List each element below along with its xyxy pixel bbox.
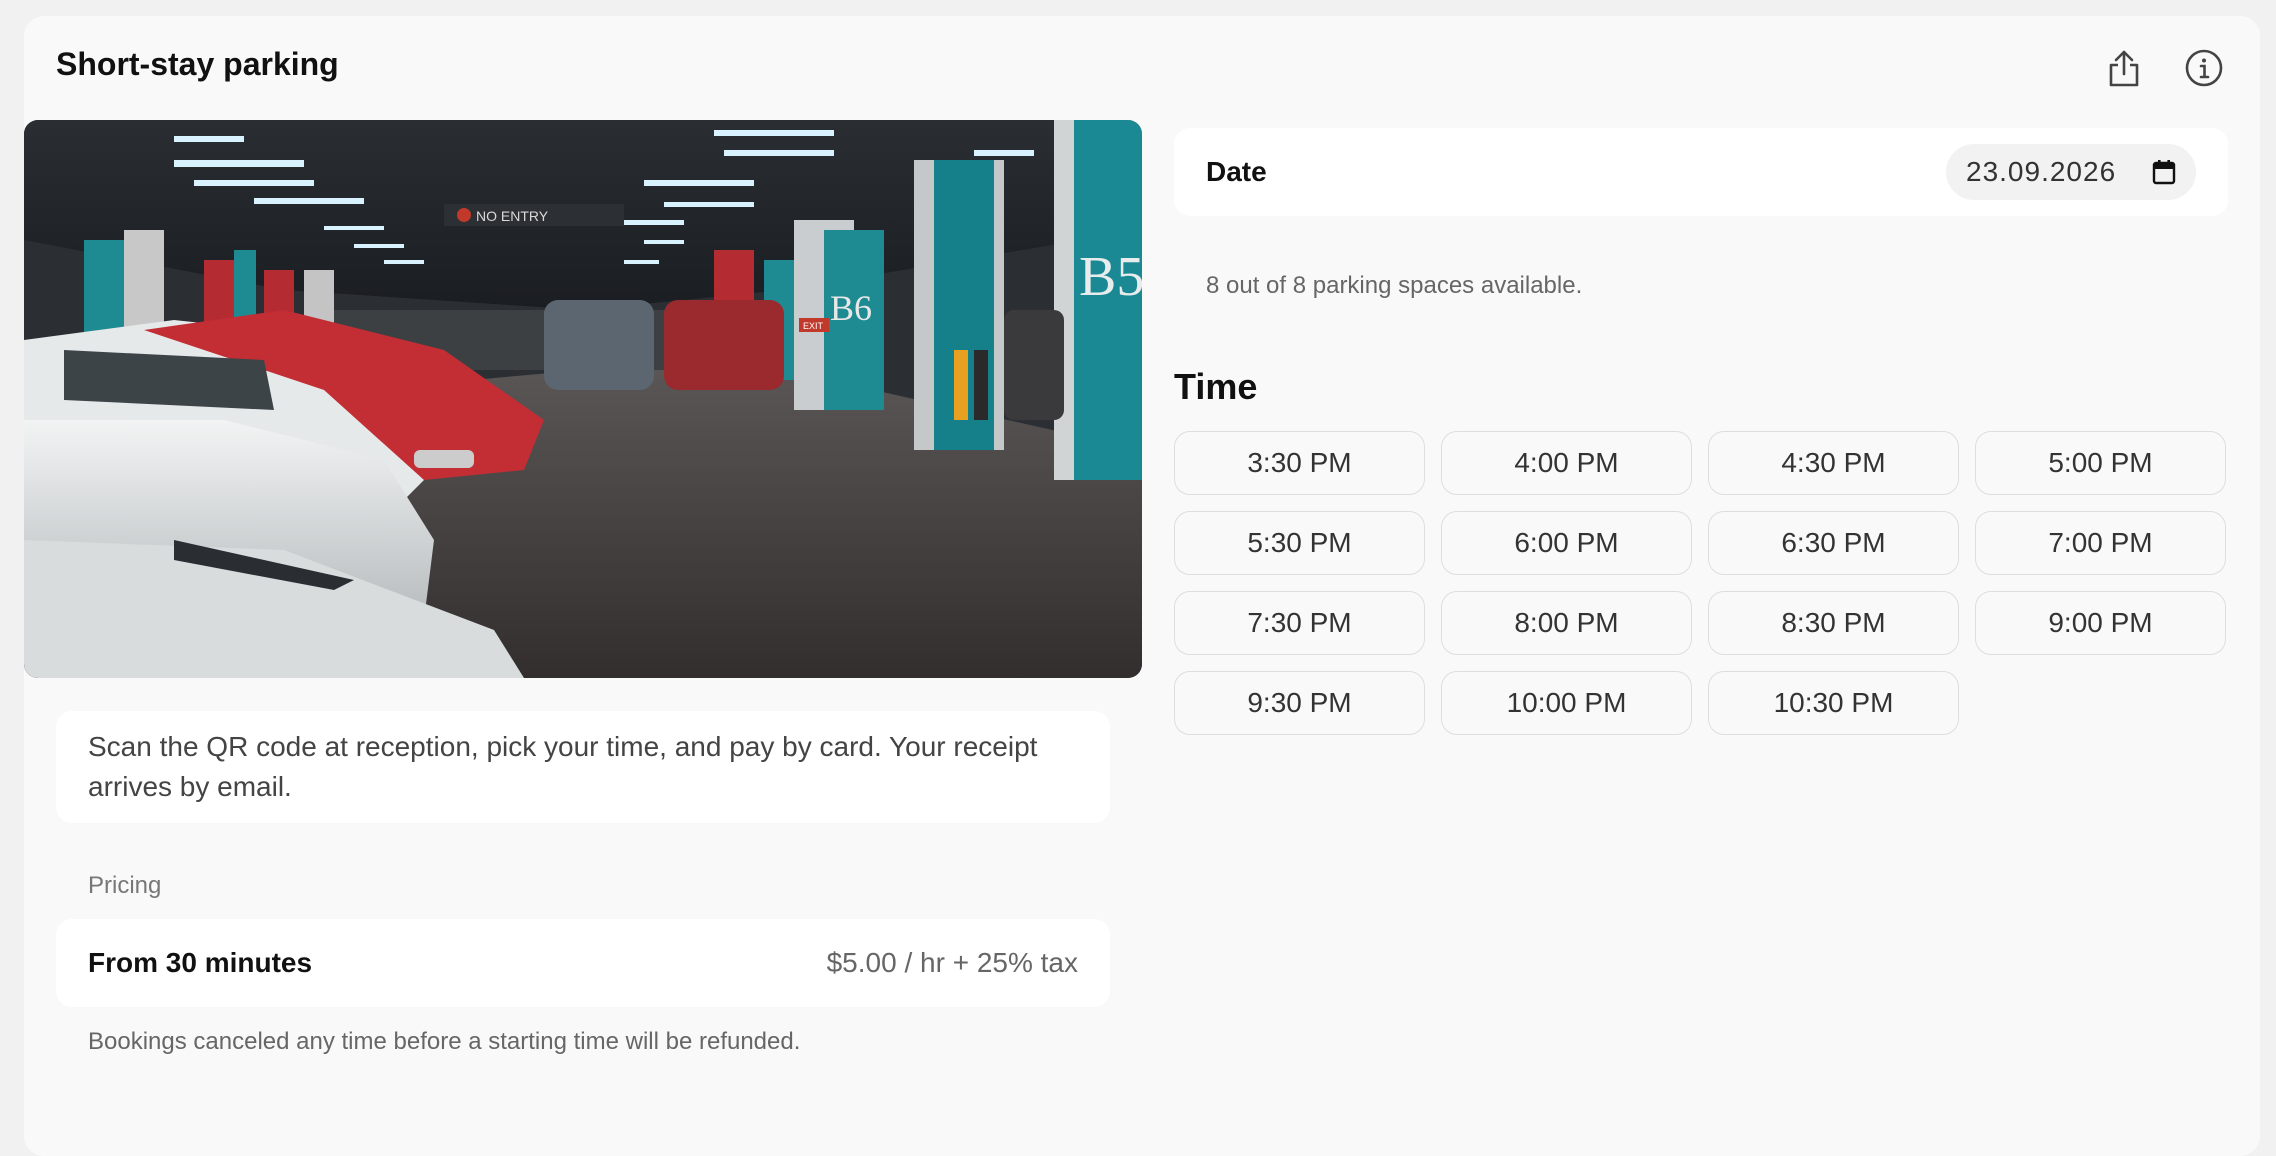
pricing-row: From 30 minutes $5.00 / hr + 25% tax <box>56 919 1110 1007</box>
time-slot[interactable]: 4:00 PM <box>1441 431 1692 495</box>
exit-sign: EXIT <box>803 321 824 331</box>
parking-garage-photo: NO ENTRY B6 B5 EXIT <box>24 120 1142 678</box>
description-text: Scan the QR code at reception, pick your… <box>88 731 1038 802</box>
date-input[interactable]: 23.09.2026 <box>1946 144 2196 200</box>
calendar-icon <box>2152 160 2176 185</box>
time-slot[interactable]: 9:30 PM <box>1174 671 1425 735</box>
date-row: Date 23.09.2026 <box>1174 128 2228 216</box>
pillar-sign-b5: B5 <box>1079 246 1142 308</box>
time-slot-grid: 3:30 PM 4:00 PM 4:30 PM 5:00 PM 5:30 PM … <box>1174 431 2228 735</box>
parking-card: Short-stay parking NO ENTRY B6 B5 EXIT S… <box>24 16 2260 1156</box>
pricing-item-name: From 30 minutes <box>88 947 313 978</box>
time-slot[interactable]: 8:30 PM <box>1708 591 1959 655</box>
info-button[interactable] <box>2180 44 2228 92</box>
pricing-item-price: $5.00 / hr + 25% tax <box>826 947 1078 978</box>
no-entry-sign: NO ENTRY <box>476 208 549 224</box>
page-title: Short-stay parking <box>56 46 339 82</box>
time-slot[interactable]: 4:30 PM <box>1708 431 1959 495</box>
time-slot[interactable]: 6:30 PM <box>1708 511 1959 575</box>
share-icon <box>2109 50 2139 87</box>
refund-note: Bookings canceled any time before a star… <box>88 1028 801 1055</box>
info-icon <box>2185 49 2223 87</box>
pricing-label: Pricing <box>88 872 162 899</box>
time-slot[interactable]: 5:00 PM <box>1975 431 2226 495</box>
date-label: Date <box>1206 156 1267 187</box>
availability-text: 8 out of 8 parking spaces available. <box>1206 272 1583 299</box>
time-slot[interactable]: 7:00 PM <box>1975 511 2226 575</box>
time-slot[interactable]: 10:30 PM <box>1708 671 1959 735</box>
pillar-sign-b6: B6 <box>830 288 872 328</box>
time-slot[interactable]: 9:00 PM <box>1975 591 2226 655</box>
date-value: 23.09.2026 <box>1966 156 2117 187</box>
time-slot[interactable]: 7:30 PM <box>1174 591 1425 655</box>
time-slot[interactable]: 10:00 PM <box>1441 671 1692 735</box>
time-heading: Time <box>1174 366 1258 407</box>
time-slot[interactable]: 5:30 PM <box>1174 511 1425 575</box>
time-slot[interactable]: 8:00 PM <box>1441 591 1692 655</box>
time-slot[interactable]: 6:00 PM <box>1441 511 1692 575</box>
time-slot[interactable]: 3:30 PM <box>1174 431 1425 495</box>
description-box: Scan the QR code at reception, pick your… <box>56 711 1110 823</box>
share-button[interactable] <box>2100 44 2148 92</box>
